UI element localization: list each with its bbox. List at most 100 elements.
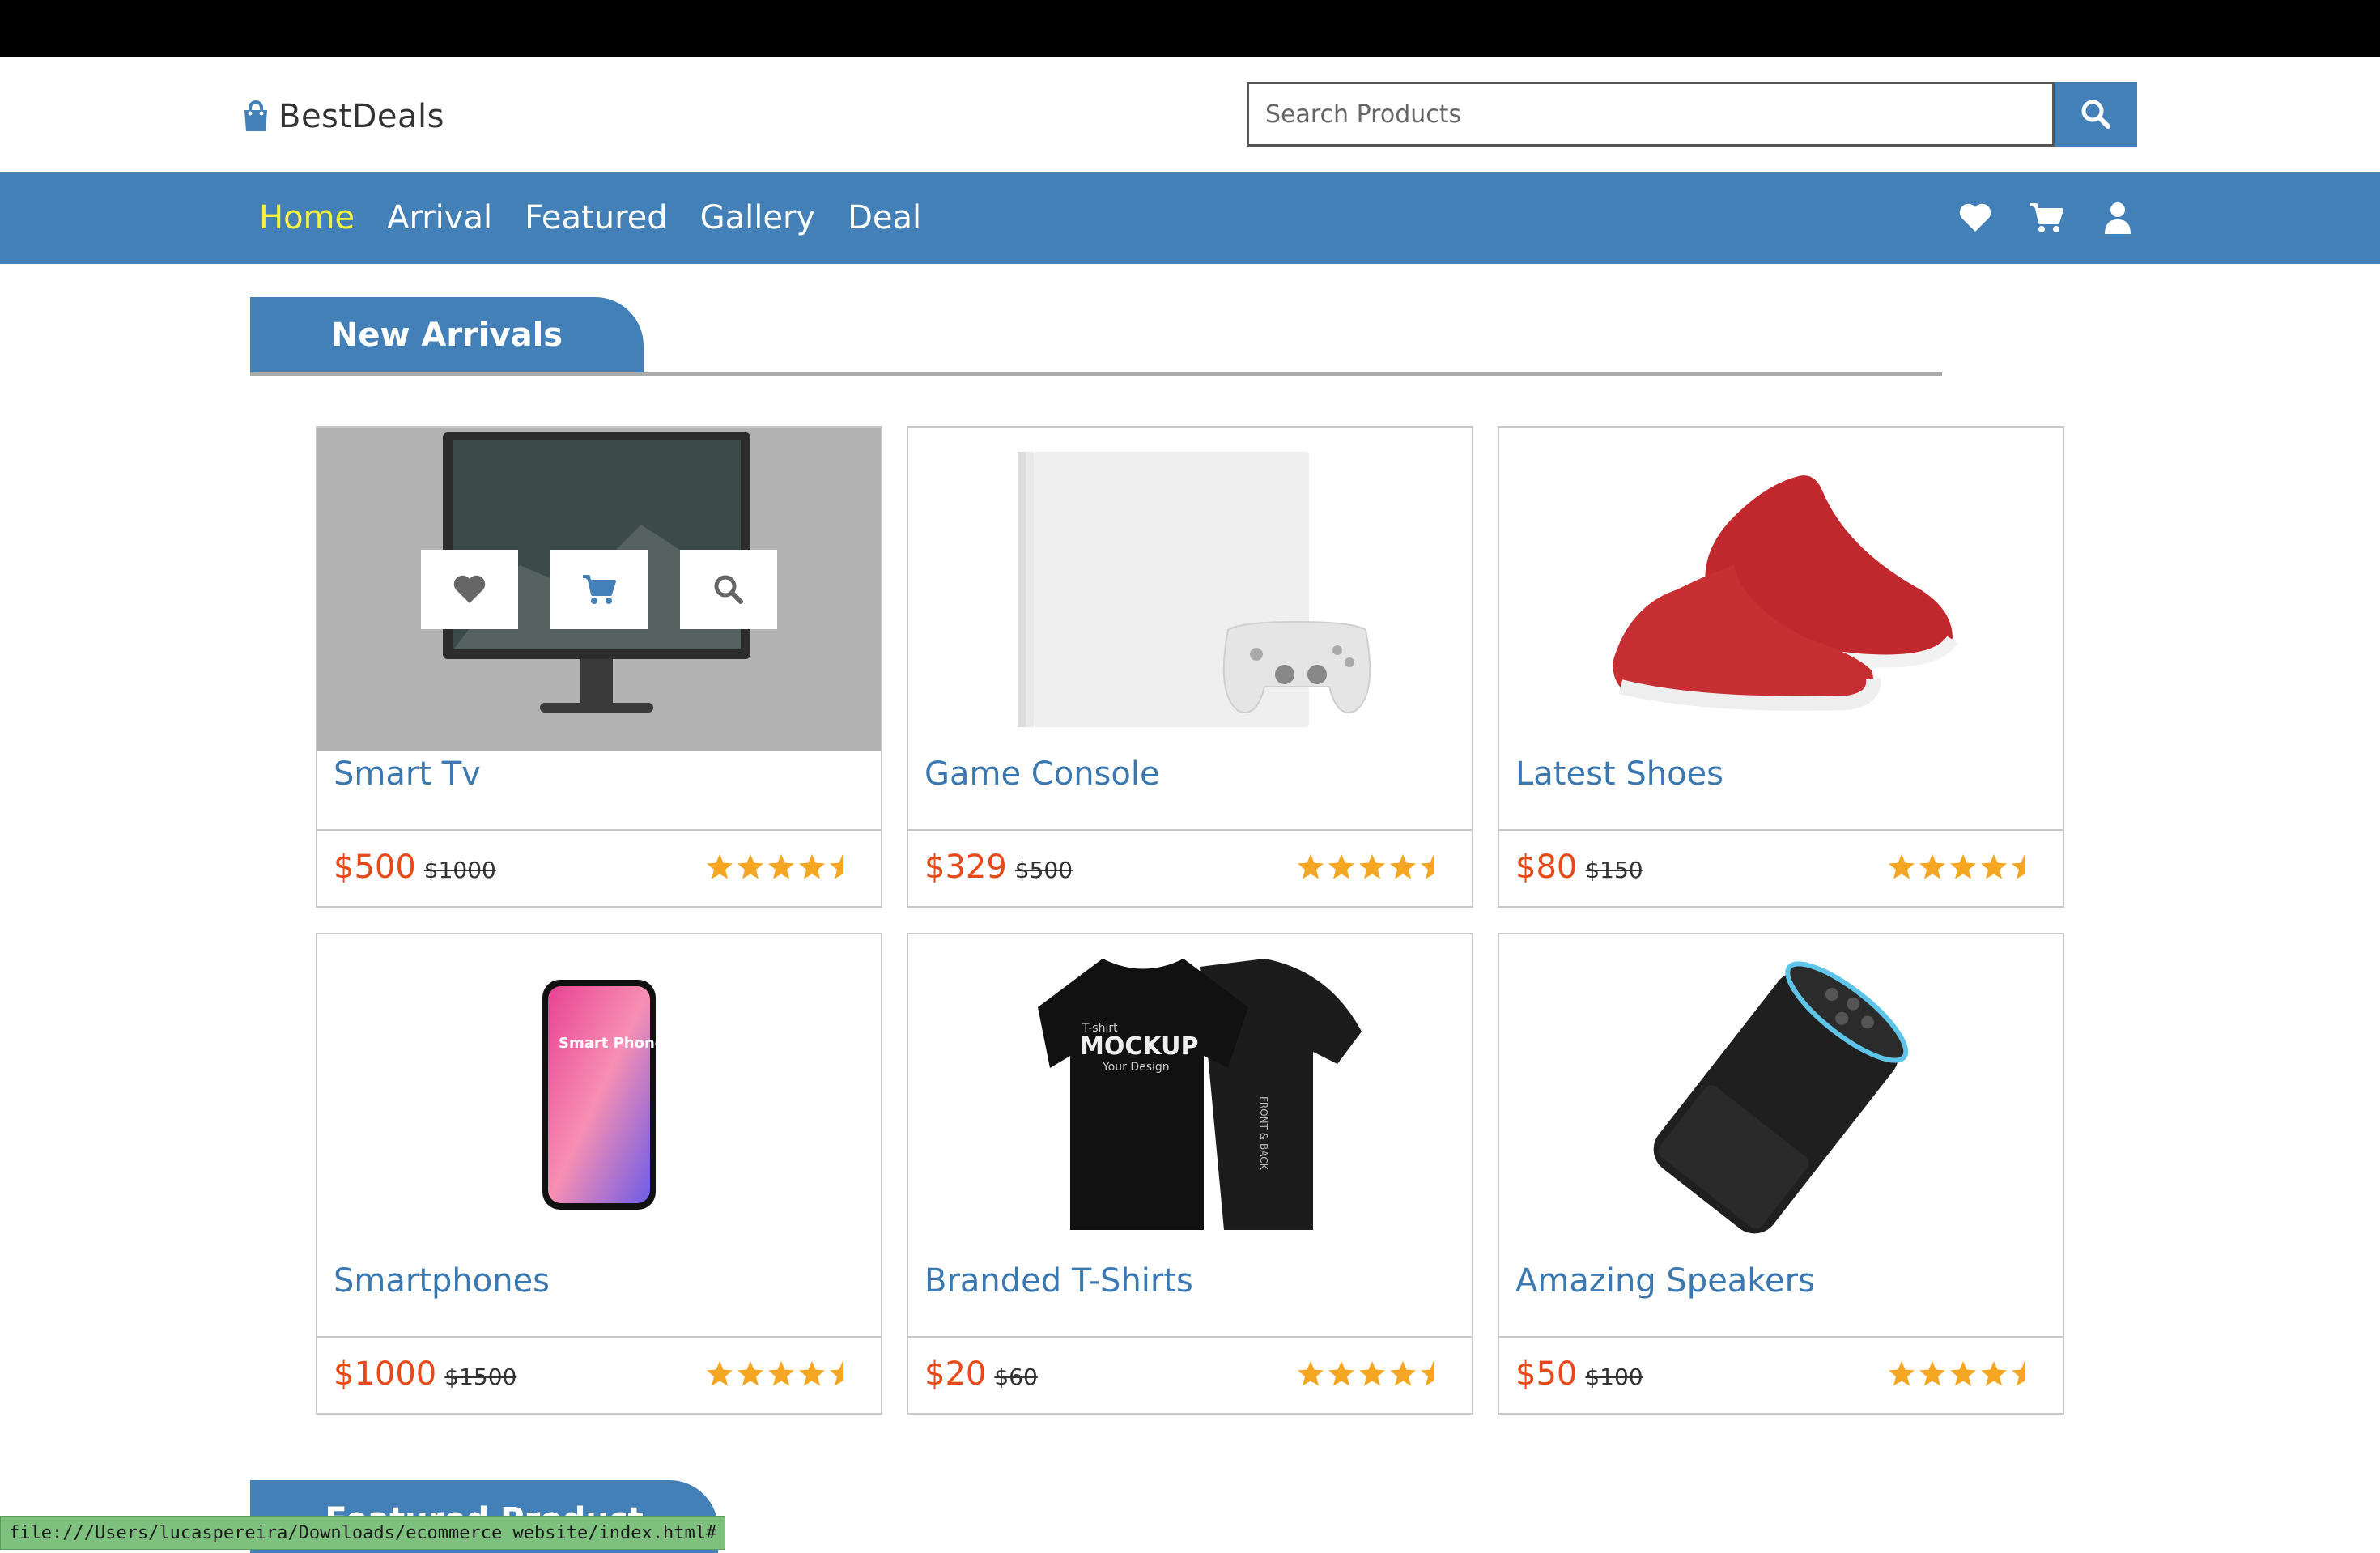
new-arrivals-heading: New Arrivals: [250, 297, 1942, 376]
star-icon: [799, 854, 825, 879]
current-price: $1000: [334, 1355, 437, 1393]
product-price: $20 $60: [924, 1355, 1038, 1393]
product-image[interactable]: [908, 428, 1472, 751]
tshirt-mockup-text: MOCKUP: [1080, 1032, 1198, 1061]
tshirt-sub-text: Your Design: [1102, 1061, 1170, 1074]
add-to-cart-button[interactable]: [550, 550, 648, 629]
star-icon: [1359, 1361, 1385, 1386]
tshirt-side-text: FRONT & BACK: [1258, 1096, 1269, 1171]
phone-image: Smart Phone Mockup Psd: [542, 980, 768, 1210]
product-card[interactable]: Latest Shoes $80 $150: [1498, 426, 2064, 908]
nav-link-featured[interactable]: Featured: [525, 199, 668, 236]
star-icon: [1889, 1361, 1915, 1386]
nav-link-home[interactable]: Home: [259, 199, 355, 236]
product-card[interactable]: T-shirt MOCKUP Your Design FRONT & BACK …: [907, 933, 1473, 1415]
current-price: $80: [1515, 849, 1578, 886]
brand-logo[interactable]: BestDeals: [241, 98, 444, 135]
heart-icon[interactable]: [1957, 200, 1993, 236]
search-input[interactable]: [1247, 82, 2055, 147]
star-icon: [1390, 854, 1416, 879]
nav-icons: [1922, 172, 2136, 264]
rating-stars: [703, 853, 856, 880]
star-icon: [1359, 854, 1385, 879]
product-image[interactable]: [317, 428, 881, 751]
old-price: $1500: [444, 1364, 517, 1390]
search-icon: [2081, 100, 2110, 129]
nav-link-gallery[interactable]: Gallery: [700, 199, 815, 236]
search-button[interactable]: [2055, 82, 2137, 147]
user-icon[interactable]: [2100, 200, 2136, 236]
product-name[interactable]: Amazing Speakers: [1515, 1262, 1815, 1300]
hover-actions: [317, 428, 881, 751]
product-card[interactable]: Smart Phone Mockup Psd Smartphones $1000…: [316, 933, 882, 1415]
product-image[interactable]: T-shirt MOCKUP Your Design FRONT & BACK: [908, 934, 1472, 1258]
search-bar: [1247, 82, 2137, 147]
star-icon: [768, 854, 794, 879]
card-divider: [1499, 1336, 2063, 1338]
star-icon: [799, 1361, 825, 1386]
star-icon: [1390, 1361, 1416, 1386]
current-price: $329: [924, 849, 1007, 886]
star-icon: [1981, 854, 2007, 879]
product-name[interactable]: Smart Tv: [334, 755, 481, 793]
card-divider: [317, 1336, 881, 1338]
product-name[interactable]: Latest Shoes: [1515, 755, 1723, 793]
old-price: $150: [1585, 857, 1643, 883]
product-price: $1000 $1500: [334, 1355, 516, 1393]
star-icon: [1298, 854, 1324, 879]
product-card[interactable]: Amazing Speakers $50 $100: [1498, 933, 2064, 1415]
cart-icon[interactable]: [2029, 200, 2064, 236]
product-price: $329 $500: [924, 849, 1073, 886]
old-price: $500: [1014, 857, 1073, 883]
product-name[interactable]: Game Console: [924, 755, 1160, 793]
rating-stars: [1294, 853, 1447, 880]
star-half-icon: [2012, 854, 2025, 879]
product-image[interactable]: [1499, 428, 2063, 751]
shopping-bag-icon: [244, 100, 267, 131]
rating-stars: [703, 1359, 856, 1387]
star-icon: [1328, 1361, 1354, 1386]
product-name[interactable]: Smartphones: [334, 1262, 550, 1300]
shoes-image: [1613, 475, 1958, 711]
status-bar-url: file:///Users/lucaspereira/Downloads/eco…: [0, 1516, 726, 1550]
star-half-icon: [1421, 1361, 1434, 1386]
nav-link-deal[interactable]: Deal: [848, 199, 921, 236]
card-divider: [908, 1336, 1472, 1338]
tshirt-image: T-shirt MOCKUP Your Design FRONT & BACK: [1038, 959, 1362, 1230]
current-price: $50: [1515, 1355, 1578, 1393]
heart-icon: [453, 575, 486, 603]
rating-stars: [1294, 1359, 1447, 1387]
star-icon: [707, 854, 733, 879]
main-navbar: Home Arrival Featured Gallery Deal: [0, 172, 2380, 264]
product-name[interactable]: Branded T-Shirts: [924, 1262, 1193, 1300]
product-image[interactable]: [1499, 934, 2063, 1258]
star-icon: [737, 1361, 763, 1386]
card-divider: [908, 829, 1472, 831]
product-card[interactable]: Smart Tv $500 $1000: [316, 426, 882, 908]
browser-top-bar: [0, 0, 2380, 57]
nav-links: Home Arrival Featured Gallery Deal: [259, 172, 954, 264]
cart-icon: [583, 575, 616, 604]
wishlist-button[interactable]: [421, 550, 518, 629]
product-price: $500 $1000: [334, 849, 496, 886]
star-icon: [1950, 854, 1976, 879]
product-price: $50 $100: [1515, 1355, 1643, 1393]
star-icon: [1328, 854, 1354, 879]
current-price: $500: [334, 849, 416, 886]
section-title: New Arrivals: [250, 297, 644, 372]
star-icon: [737, 854, 763, 879]
rating-stars: [1885, 853, 2038, 880]
card-divider: [317, 829, 881, 831]
star-half-icon: [830, 1361, 843, 1386]
star-icon: [707, 1361, 733, 1386]
nav-link-arrival[interactable]: Arrival: [387, 199, 492, 236]
quick-view-button[interactable]: [680, 550, 777, 629]
star-icon: [1889, 854, 1915, 879]
product-card[interactable]: Game Console $329 $500: [907, 426, 1473, 908]
section-divider: [250, 372, 1942, 376]
card-divider: [1499, 829, 2063, 831]
old-price: $60: [994, 1364, 1038, 1390]
site-header: BestDeals: [0, 57, 2380, 172]
product-image[interactable]: Smart Phone Mockup Psd: [317, 934, 881, 1258]
star-icon: [768, 1361, 794, 1386]
